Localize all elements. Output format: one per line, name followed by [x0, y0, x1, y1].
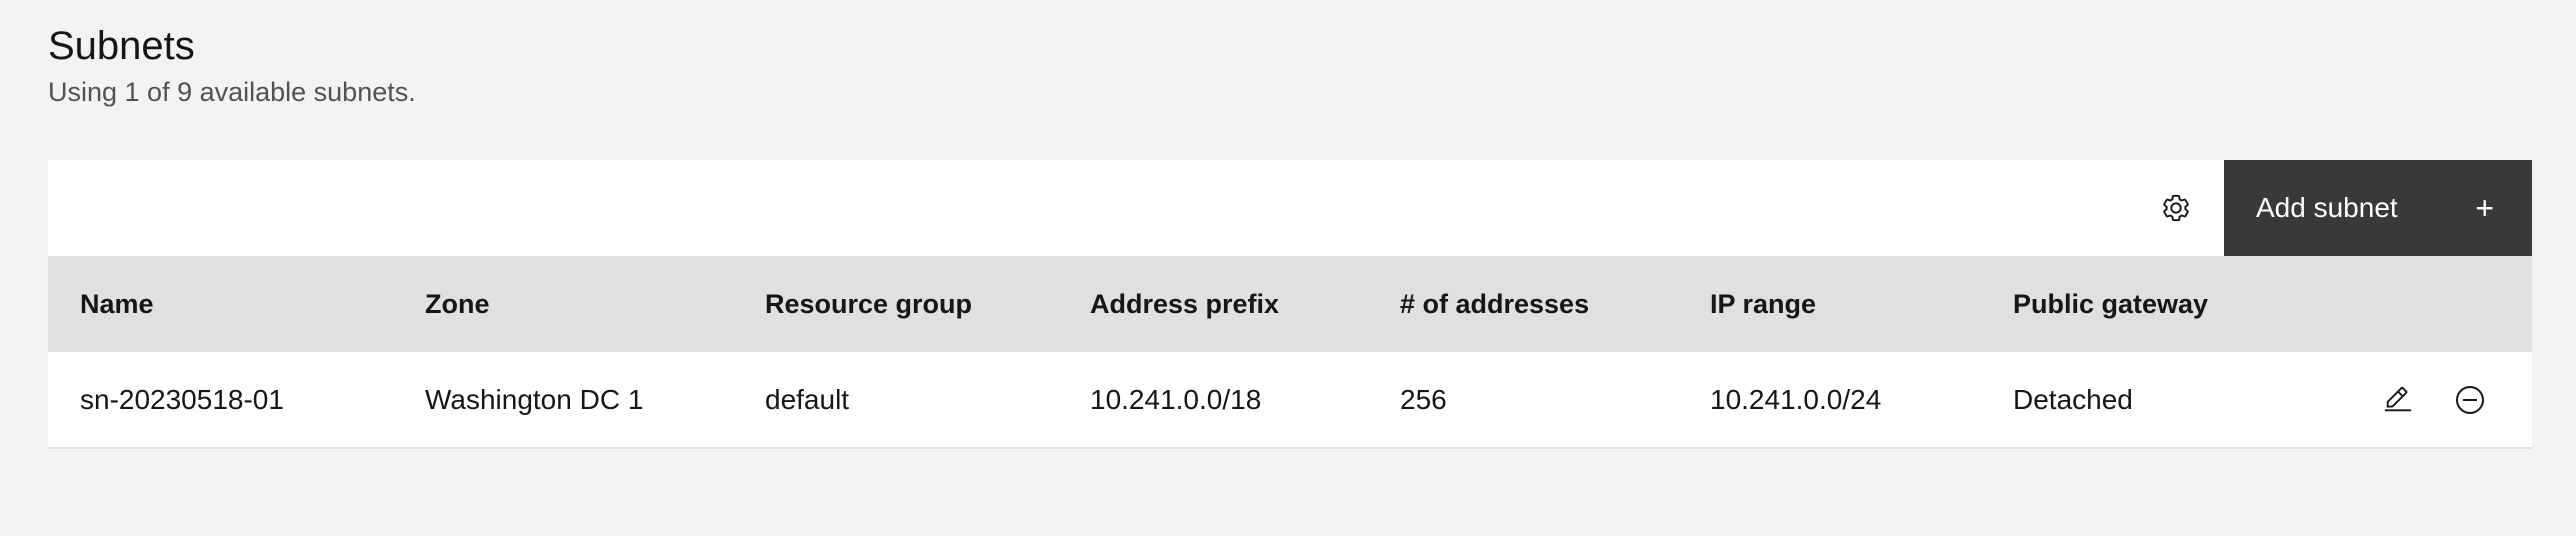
column-header-resource-group[interactable]: Resource group [733, 256, 1058, 352]
page-title: Subnets [48, 24, 195, 68]
column-header-ip-range[interactable]: IP range [1678, 256, 1981, 352]
column-header-addresses[interactable]: # of addresses [1368, 256, 1678, 352]
subnets-table-container: Add subnet + Name Zone Resource group Ad… [48, 160, 2532, 449]
plus-icon: + [2475, 190, 2494, 226]
table-toolbar: Add subnet + [48, 160, 2532, 256]
table-row: sn-20230518-01 Washington DC 1 default 1… [48, 352, 2532, 448]
cell-ip-range: 10.241.0.0/24 [1710, 383, 1882, 415]
page-header: Subnets Using 1 of 9 available subnets. [48, 22, 416, 110]
table-header-row: Name Zone Resource group Address prefix … [48, 256, 2532, 352]
row-actions [2311, 352, 2532, 448]
cell-address-prefix: 10.241.0.0/18 [1090, 383, 1262, 415]
column-header-address-prefix[interactable]: Address prefix [1058, 256, 1368, 352]
subnets-page: Subnets Using 1 of 9 available subnets. … [0, 0, 2576, 536]
edit-button[interactable] [2366, 368, 2430, 432]
add-subnet-label: Add subnet [2256, 192, 2398, 223]
cell-addresses: 256 [1400, 383, 1447, 415]
edit-icon [2385, 386, 2412, 411]
cell-name[interactable]: sn-20230518-01 [48, 352, 393, 448]
column-header-actions [2311, 256, 2532, 352]
page-subtitle: Using 1 of 9 available subnets. [48, 77, 416, 107]
remove-icon [2456, 385, 2484, 414]
column-header-name[interactable]: Name [48, 256, 393, 352]
cell-public-gateway: Detached [2013, 383, 2133, 415]
add-subnet-button[interactable]: Add subnet + [2224, 160, 2532, 256]
gear-icon [2163, 194, 2189, 222]
column-header-zone[interactable]: Zone [393, 256, 733, 352]
cell-resource-group: default [765, 383, 850, 415]
settings-button[interactable] [2128, 160, 2224, 256]
column-header-public-gateway[interactable]: Public gateway [1981, 256, 2311, 352]
cell-zone: Washington DC 1 [425, 383, 644, 415]
subnets-table: Name Zone Resource group Address prefix … [48, 256, 2532, 449]
remove-button[interactable] [2438, 368, 2502, 432]
